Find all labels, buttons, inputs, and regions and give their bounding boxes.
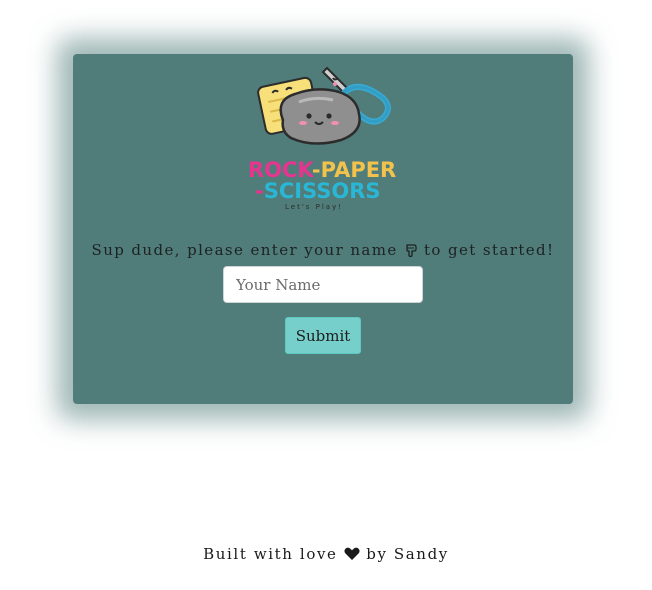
prompt-text-before: Sup dude, please enter your name bbox=[91, 241, 404, 259]
name-input[interactable] bbox=[223, 266, 423, 303]
page: ROCK-PAPER -SCISSORS Let's Play! Sup dud… bbox=[0, 0, 652, 590]
pointing-down-hand-icon bbox=[406, 244, 417, 257]
submit-button[interactable]: Submit bbox=[285, 317, 361, 354]
logo-tagline: Let's Play! bbox=[285, 203, 344, 211]
heart-icon bbox=[344, 547, 360, 560]
logo-word-scissors: SCISSORS bbox=[263, 179, 381, 203]
prompt-text-after: to get started! bbox=[417, 241, 555, 259]
logo-title-line-1: ROCK-PAPER bbox=[248, 160, 396, 181]
game-logo: ROCK-PAPER -SCISSORS Let's Play! bbox=[247, 58, 401, 211]
rock-paper-scissors-mascot-icon bbox=[257, 66, 391, 145]
logo-title-line-2: -SCISSORS bbox=[255, 181, 381, 202]
footer: Built with love by Sandy bbox=[0, 545, 652, 563]
footer-text-after: by Sandy bbox=[359, 545, 449, 563]
login-card: ROCK-PAPER -SCISSORS Let's Play! Sup dud… bbox=[73, 54, 573, 404]
footer-text-before: Built with love bbox=[203, 545, 344, 563]
logo-separator: - bbox=[255, 179, 264, 203]
name-prompt: Sup dude, please enter your name to get … bbox=[73, 241, 573, 259]
